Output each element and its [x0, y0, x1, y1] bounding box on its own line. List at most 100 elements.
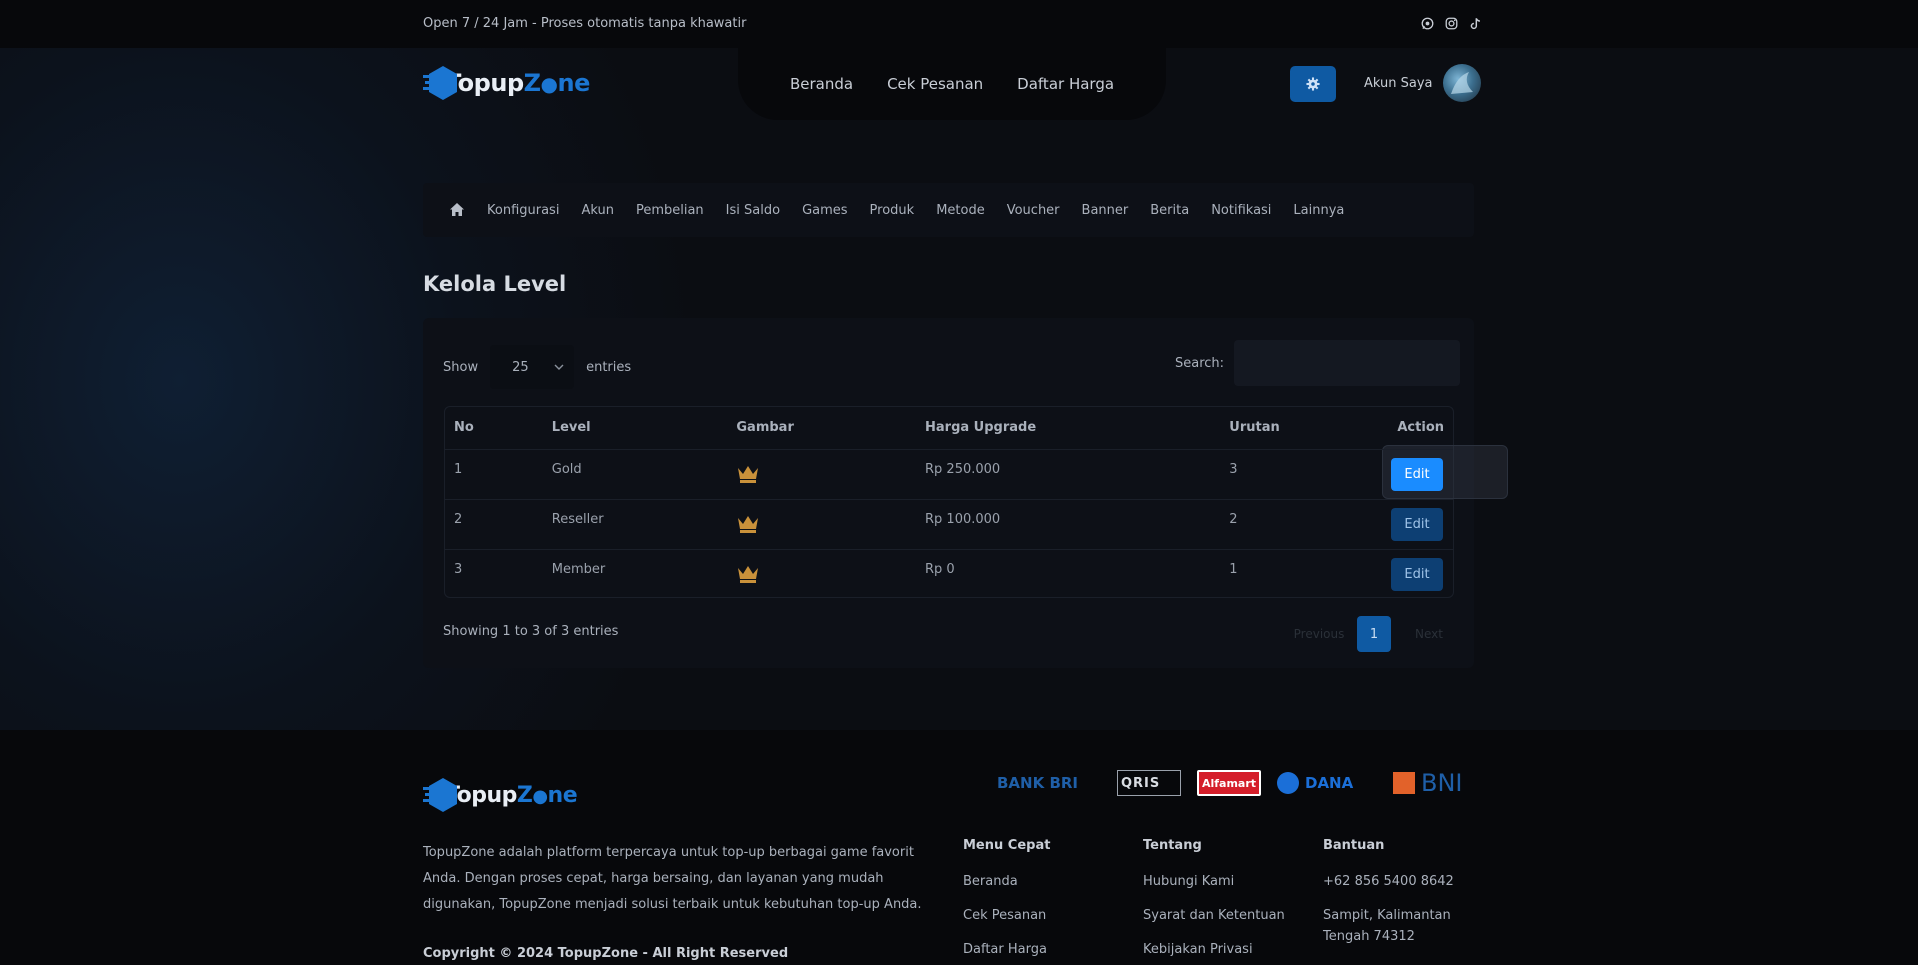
table-row: 2 Reseller Rp 100.000 2 Edit: [445, 499, 1453, 550]
footer-phone[interactable]: +62 856 5400 8642: [1323, 871, 1473, 892]
nav-links: Beranda Cek Pesanan Daftar Harga: [738, 48, 1166, 120]
top-bar: Open 7 / 24 Jam - Proses otomatis tanpa …: [0, 0, 1918, 48]
menu-voucher[interactable]: Voucher: [1007, 203, 1060, 218]
crown-icon: [738, 565, 759, 583]
alfamart-logo: Alfamart: [1197, 770, 1261, 796]
footer-link-daftar-harga[interactable]: Daftar Harga: [963, 939, 1050, 960]
menu-konfigurasi[interactable]: Konfigurasi: [487, 203, 559, 218]
column-header-harga-upgrade[interactable]: Harga Upgrade: [916, 407, 1221, 450]
level-table: No Level Gambar Harga Upgrade Urutan Act…: [444, 406, 1508, 599]
entries-length-control: Show 25 entries: [443, 345, 631, 389]
cell-no: 1: [445, 449, 543, 500]
brand-logo[interactable]: TopupZ●ne: [423, 64, 590, 102]
qris-logo: QRIS: [1117, 770, 1181, 796]
logo-mark-icon: [423, 64, 467, 102]
column-header-gambar[interactable]: Gambar: [727, 407, 916, 450]
main-navbar: TopupZ●ne Beranda Cek Pesanan Daftar Har…: [0, 48, 1918, 128]
menu-produk[interactable]: Produk: [870, 203, 915, 218]
pagination-page-1[interactable]: 1: [1357, 616, 1391, 652]
social-links: [1420, 16, 1482, 30]
column-header-level[interactable]: Level: [542, 407, 728, 450]
footer-menu-cepat: Menu Cepat Beranda Cek Pesanan Daftar Ha…: [963, 838, 1050, 965]
cell-no: 3: [454, 561, 463, 577]
cell-action: Edit: [1343, 499, 1453, 550]
settings-button[interactable]: [1290, 66, 1336, 102]
logo-text-part2: Z: [523, 69, 541, 97]
level-table-card: Show 25 entries Search: No Level Gambar …: [423, 318, 1508, 668]
chevron-down-icon: [554, 364, 564, 370]
account-label: Akun Saya: [1364, 75, 1433, 91]
footer-link-syarat[interactable]: Syarat dan Ketentuan: [1143, 905, 1285, 926]
footer-brand-logo[interactable]: TopupZ●ne: [423, 776, 578, 814]
cell-harga: Rp 0: [925, 561, 955, 577]
entries-select-value: 25: [512, 359, 529, 375]
whatsapp-icon[interactable]: [1420, 16, 1434, 30]
logo-text-part2: Z: [516, 782, 533, 808]
bank-bri-logo: BANK BRI: [997, 774, 1079, 792]
cell-gambar: [727, 499, 916, 550]
page-title: Kelola Level: [423, 272, 567, 296]
cell-harga: Rp 250.000: [916, 449, 1221, 500]
bni-logo: BNI: [1393, 769, 1477, 797]
menu-pembelian[interactable]: Pembelian: [636, 203, 704, 218]
footer-link-beranda[interactable]: Beranda: [963, 871, 1050, 892]
cell-level: Gold: [542, 449, 728, 500]
show-label: Show: [443, 359, 479, 375]
cell-action: Edit: [1343, 549, 1453, 599]
menu-berita[interactable]: Berita: [1150, 203, 1189, 218]
footer-link-hubungi-kami[interactable]: Hubungi Kami: [1143, 871, 1285, 892]
table-header-row: No Level Gambar Harga Upgrade Urutan Act…: [445, 407, 1453, 450]
column-header-action: Action: [1343, 407, 1453, 450]
nav-cek-pesanan[interactable]: Cek Pesanan: [887, 75, 983, 93]
search-input[interactable]: [1234, 340, 1461, 386]
footer-address: Sampit, Kalimantan Tengah 74312: [1323, 908, 1451, 944]
menu-metode[interactable]: Metode: [936, 203, 985, 218]
footer-about-text: TopupZone adalah platform terpercaya unt…: [423, 845, 922, 912]
menu-banner[interactable]: Banner: [1082, 203, 1129, 218]
admin-menu-bar: Konfigurasi Akun Pembelian Isi Saldo Gam…: [423, 183, 1474, 237]
cell-urutan: 2: [1220, 499, 1344, 550]
footer-heading-menu-cepat: Menu Cepat: [963, 838, 1051, 853]
menu-games[interactable]: Games: [802, 203, 847, 218]
table-info: Showing 1 to 3 of 3 entries: [443, 624, 619, 639]
cell-gambar: [727, 549, 916, 599]
pagination: Previous 1 Next: [1289, 616, 1459, 652]
menu-isi-saldo[interactable]: Isi Saldo: [726, 203, 780, 218]
entries-label: entries: [586, 359, 632, 375]
cell-no: 2: [445, 499, 543, 550]
nav-daftar-harga[interactable]: Daftar Harga: [1017, 75, 1114, 93]
menu-lainnya[interactable]: Lainnya: [1293, 203, 1344, 218]
dana-logo: DANA: [1277, 770, 1377, 796]
pagination-next[interactable]: Next: [1399, 627, 1459, 641]
cell-level: Member: [551, 561, 606, 577]
account-menu[interactable]: Akun Saya: [1364, 64, 1481, 102]
edit-button[interactable]: Edit: [1391, 507, 1443, 541]
table-search: Search:: [1175, 340, 1461, 386]
column-header-no[interactable]: No: [445, 407, 543, 450]
edit-button[interactable]: Edit: [1391, 557, 1443, 591]
column-header-urutan[interactable]: Urutan: [1220, 407, 1344, 450]
instagram-icon[interactable]: [1444, 16, 1458, 30]
footer: TopupZ●ne BANK BRI QRIS Alfamart DANA BN…: [0, 730, 1918, 965]
tagline: Open 7 / 24 Jam - Proses otomatis tanpa …: [423, 16, 747, 31]
home-icon[interactable]: [449, 202, 465, 218]
footer-link-kebijakan[interactable]: Kebijakan Privasi: [1143, 939, 1285, 960]
footer-heading-tentang: Tentang: [1143, 838, 1202, 853]
footer-link-cek-pesanan[interactable]: Cek Pesanan: [963, 905, 1050, 926]
table-row: 3 Member Rp 0 1 Edit: [445, 549, 1453, 599]
tiktok-icon[interactable]: [1468, 16, 1482, 30]
gear-icon: [1306, 77, 1320, 91]
menu-akun[interactable]: Akun: [581, 203, 614, 218]
edit-button[interactable]: Edit: [1391, 457, 1443, 491]
cell-urutan: 3: [1220, 449, 1344, 500]
entries-select[interactable]: 25: [490, 345, 575, 389]
cell-level: Reseller: [542, 499, 728, 550]
avatar[interactable]: [1442, 64, 1481, 102]
nav-beranda[interactable]: Beranda: [790, 75, 853, 93]
pagination-previous[interactable]: Previous: [1289, 627, 1349, 641]
menu-notifikasi[interactable]: Notifikasi: [1211, 203, 1271, 218]
crown-icon: [738, 465, 759, 483]
logo-mark-icon: [423, 776, 467, 814]
footer-tentang: Tentang Hubungi Kami Syarat dan Ketentua…: [1143, 838, 1285, 965]
cell-urutan: 1: [1229, 561, 1238, 577]
